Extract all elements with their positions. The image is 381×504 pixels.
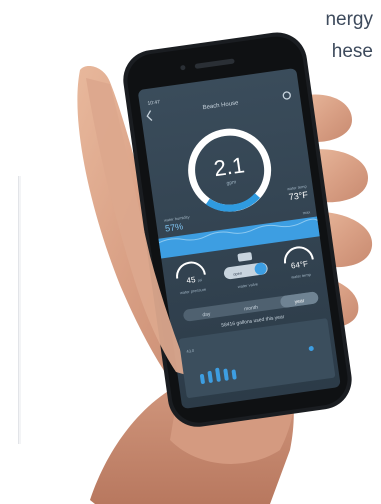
pressure-label: water pressure (180, 287, 208, 296)
chevron-left-icon[interactable] (146, 110, 153, 121)
tab-day[interactable]: day (202, 311, 211, 318)
flow-value: 2.1 (212, 152, 246, 181)
max-label: max (302, 209, 310, 215)
valve-icon (237, 252, 253, 262)
usage-graph-card (178, 318, 336, 398)
humidity-value: 57% (164, 221, 183, 233)
water-temp-label: water temp (291, 272, 312, 280)
usage-band (158, 216, 320, 259)
page-title: Beach House (202, 100, 239, 111)
flow-unit: gpm (226, 179, 236, 186)
status-time: 10:47 (147, 99, 160, 107)
gear-icon[interactable] (282, 91, 291, 100)
app-screen: 10:47 Beach House 2.1 gpm water humidity… (146, 91, 336, 398)
pressure-value: 45 (186, 275, 197, 285)
valve-label: water valve (237, 281, 258, 289)
flow-ring-fill (205, 193, 261, 212)
temp-value: 73°F (288, 190, 309, 203)
water-temp-value: 64°F (290, 259, 308, 270)
pressure-unit: psi (197, 278, 202, 283)
